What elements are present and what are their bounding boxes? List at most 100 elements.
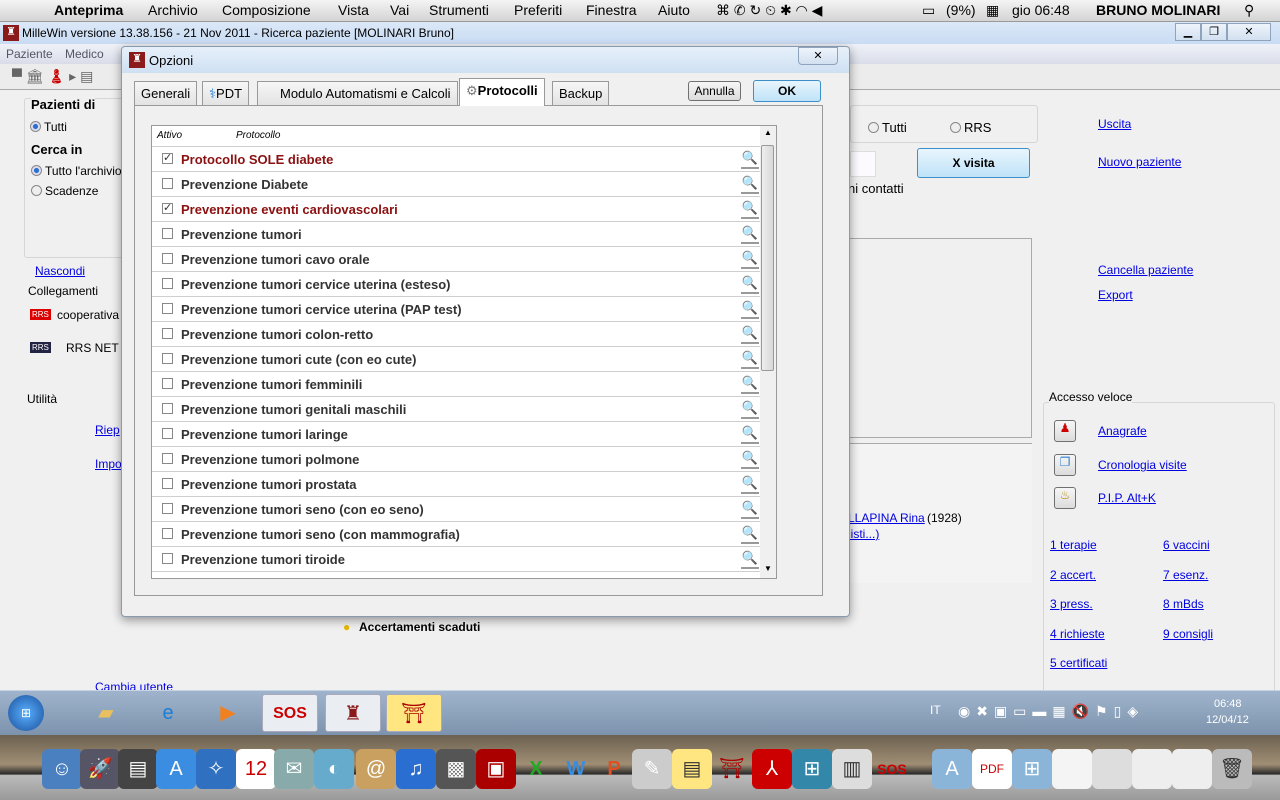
menu-archivio[interactable]: Archivio xyxy=(148,2,198,18)
protocol-row[interactable]: Prevenzione tumori cavo orale 🔍 xyxy=(152,247,760,272)
photo-dock-icon[interactable]: ▩ xyxy=(436,749,476,789)
window2-dock-icon[interactable] xyxy=(1092,749,1132,789)
radio-tutti[interactable]: Tutti xyxy=(30,120,67,134)
window3-dock-icon[interactable] xyxy=(1132,749,1172,789)
stickies-dock-icon[interactable]: ▤ xyxy=(672,749,712,789)
clock[interactable]: gio 06:48 xyxy=(1012,2,1070,18)
radio-tutti-right[interactable]: Tutti xyxy=(868,120,907,135)
calendar-dock-icon[interactable]: 12 xyxy=(236,749,276,789)
active-checkbox[interactable] xyxy=(162,328,173,339)
pip-icon[interactable]: ♨ xyxy=(1054,487,1076,509)
excel-dock-icon[interactable]: X xyxy=(516,749,556,789)
active-checkbox[interactable] xyxy=(162,303,173,314)
active-checkbox[interactable] xyxy=(162,403,173,414)
quick-link-9[interactable]: 9 consigli xyxy=(1163,627,1213,641)
window-dock-icon[interactable] xyxy=(1052,749,1092,789)
menu-aiuto[interactable]: Aiuto xyxy=(658,2,690,18)
menu-preferiti[interactable]: Preferiti xyxy=(514,2,562,18)
magnifier-icon[interactable]: 🔍 xyxy=(741,150,759,169)
finder-dock-icon[interactable]: ☺ xyxy=(42,749,82,789)
protocol-row[interactable]: Prevenzione tumori cervice uterina (PAP … xyxy=(152,297,760,322)
quick-link-6[interactable]: 6 vaccini xyxy=(1163,538,1210,552)
dialog-close-button[interactable]: ✕ xyxy=(798,47,838,65)
quick-link-2[interactable]: 2 accert. xyxy=(1050,568,1096,582)
pip-link[interactable]: P.I.P. Alt+K xyxy=(1098,491,1156,505)
tab-backup[interactable]: Backup xyxy=(552,81,610,105)
protocol-row[interactable]: Prevenzione tumori colon-retto 🔍 xyxy=(152,322,760,347)
magnifier-icon[interactable]: 🔍 xyxy=(741,325,759,344)
active-checkbox[interactable] xyxy=(162,178,173,189)
magnifier-icon[interactable]: 🔍 xyxy=(741,400,759,419)
quick-link-4[interactable]: 4 richieste xyxy=(1050,627,1105,641)
tray-date[interactable]: 12/04/12 xyxy=(1206,714,1249,726)
applications-folder-dock-icon[interactable]: A xyxy=(932,749,972,789)
scrollbar[interactable]: ▲ ▼ xyxy=(760,126,776,578)
protocol-row[interactable]: Prevenzione tumori seno (con mammografia… xyxy=(152,522,760,547)
magnifier-icon[interactable]: 🔍 xyxy=(741,375,759,394)
app6-dock-icon[interactable]: SOS xyxy=(872,749,912,789)
scroll-thumb[interactable] xyxy=(761,145,774,371)
photobooth-dock-icon[interactable]: ▣ xyxy=(476,749,516,789)
app2-taskbar-icon[interactable]: ⛩ xyxy=(386,694,442,732)
app5-dock-icon[interactable]: ▥ xyxy=(832,749,872,789)
trash-dock-icon[interactable]: 🗑 xyxy=(1212,749,1252,789)
menu-medico[interactable]: Medico xyxy=(65,47,104,61)
app-dock-icon[interactable]: ▤ xyxy=(118,749,158,789)
ie-taskbar-icon[interactable]: e xyxy=(140,694,196,732)
safari-dock-icon[interactable]: ✧ xyxy=(196,749,236,789)
app-store-dock-icon[interactable]: A xyxy=(156,749,196,789)
protocol-row[interactable]: ✓ Prevenzione eventi cardiovascolari 🔍 xyxy=(152,197,760,222)
protocol-row[interactable]: Prevenzione tumori polmone 🔍 xyxy=(152,447,760,472)
app3-dock-icon[interactable]: ✎ xyxy=(632,749,672,789)
window4-dock-icon[interactable] xyxy=(1172,749,1212,789)
menu-paziente[interactable]: Paziente xyxy=(6,47,53,61)
toolbar-icons[interactable]: ▀ 🏛 ♟ ▸ ▤ xyxy=(12,68,93,85)
x-visita-button[interactable]: X visita xyxy=(917,148,1030,178)
word-dock-icon[interactable]: W xyxy=(556,749,596,789)
protocol-row[interactable]: Prevenzione tumori genitali maschili 🔍 xyxy=(152,397,760,422)
active-checkbox[interactable] xyxy=(162,278,173,289)
magnifier-icon[interactable]: 🔍 xyxy=(741,425,759,444)
protocol-row[interactable]: Prevenzione tumori laringe 🔍 xyxy=(152,422,760,447)
protocol-row[interactable]: Prevenzione Diabete 🔍 xyxy=(152,172,760,197)
spotlight-icon[interactable]: ⚲ xyxy=(1244,2,1254,19)
tab-modulo-automatismi[interactable]: Modulo Automatismi e Calcoli xyxy=(257,81,458,105)
annulla-button[interactable]: Annulla xyxy=(688,81,741,101)
itunes-dock-icon[interactable]: ♫ xyxy=(396,749,436,789)
protocol-row[interactable]: Prevenzione tumori seno (con eo seno) 🔍 xyxy=(152,497,760,522)
protocol-row[interactable]: ✓ Protocollo SOLE diabete 🔍 xyxy=(152,147,760,172)
quick-link-5[interactable]: 5 certificati xyxy=(1050,656,1107,670)
tab-pdt[interactable]: ⚕PDT xyxy=(202,81,250,105)
magnifier-icon[interactable]: 🔍 xyxy=(741,550,759,569)
listi-link[interactable]: listi...) xyxy=(848,527,879,541)
magnifier-icon[interactable]: 🔍 xyxy=(741,175,759,194)
tray-time[interactable]: 06:48 xyxy=(1214,698,1242,710)
active-checkbox[interactable] xyxy=(162,453,173,464)
pdf-dock-icon[interactable]: PDF xyxy=(972,749,1012,789)
magnifier-icon[interactable]: 🔍 xyxy=(741,350,759,369)
media-player-taskbar-icon[interactable]: ▶ xyxy=(200,694,256,732)
calendar-icon[interactable]: ▦ xyxy=(986,2,999,19)
magnifier-icon[interactable]: 🔍 xyxy=(741,525,759,544)
scroll-up-arrow[interactable]: ▲ xyxy=(760,128,776,137)
app4-dock-icon[interactable]: ⛩ xyxy=(712,749,752,789)
cooperativa-item[interactable]: cooperativa xyxy=(57,308,119,322)
menu-composizione[interactable]: Composizione xyxy=(222,2,311,18)
tab-generali[interactable]: Generali xyxy=(134,81,198,105)
anagrafe-link[interactable]: Anagrafe xyxy=(1098,424,1147,438)
quick-link-8[interactable]: 8 mBds xyxy=(1163,597,1204,611)
active-checkbox[interactable]: ✓ xyxy=(162,153,173,164)
menu-vista[interactable]: Vista xyxy=(338,2,369,18)
ok-button[interactable]: OK xyxy=(753,80,821,102)
importa-link[interactable]: Impo xyxy=(95,457,122,471)
app-menu[interactable]: Anteprima xyxy=(54,2,123,18)
windows-dock-icon[interactable]: ⊞ xyxy=(792,749,832,789)
magnifier-icon[interactable]: 🔍 xyxy=(741,225,759,244)
user-menu[interactable]: BRUNO MOLINARI xyxy=(1096,2,1220,18)
cronologia-link[interactable]: Cronologia visite xyxy=(1098,458,1187,472)
active-checkbox[interactable] xyxy=(162,428,173,439)
nuovo-paziente-link[interactable]: Nuovo paziente xyxy=(1098,155,1181,169)
radio-scadenze[interactable]: Scadenze xyxy=(31,184,98,198)
protocol-row[interactable]: Prevenzione tumori femminili 🔍 xyxy=(152,372,760,397)
scroll-down-arrow[interactable]: ▼ xyxy=(760,564,776,573)
